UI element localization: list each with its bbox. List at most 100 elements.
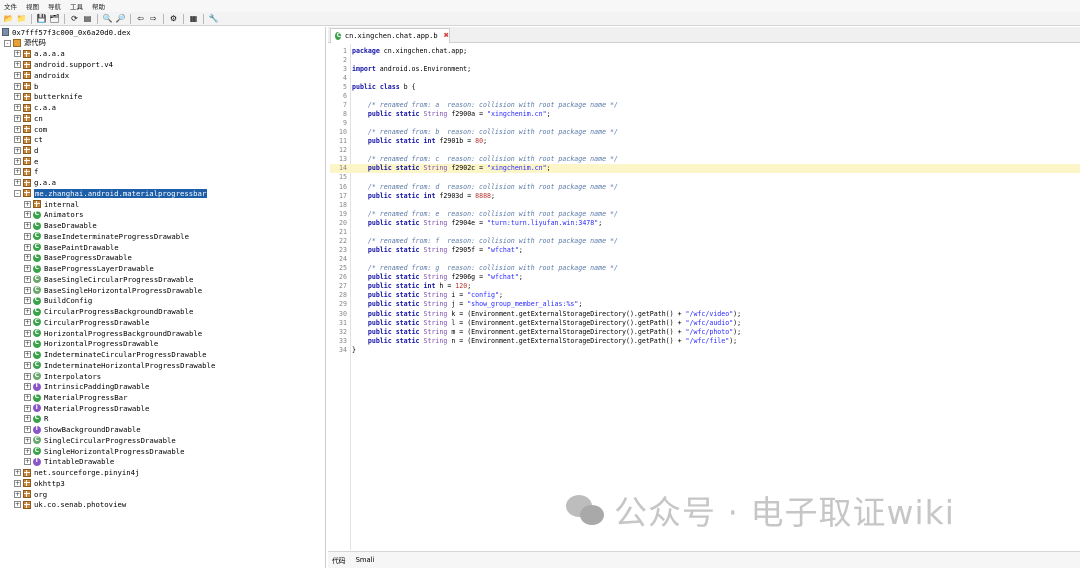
- expand-icon[interactable]: +: [24, 415, 31, 423]
- expand-icon[interactable]: +: [14, 104, 21, 112]
- collapse-icon[interactable]: -: [4, 39, 11, 47]
- expand-icon[interactable]: +: [24, 426, 31, 434]
- tree-class[interactable]: + BasePaintDrawable: [24, 242, 119, 253]
- menu-item[interactable]: 工具: [70, 1, 83, 11]
- tree-package[interactable]: + c.a.a: [14, 102, 56, 113]
- project-tree[interactable]: 0x7fff57f3c000_0x6a20d0.dex - 源代码 + a.a.a.a +…: [0, 27, 326, 568]
- expand-icon[interactable]: +: [24, 329, 31, 337]
- tree-class[interactable]: + IndeterminateHorizontalProgressDrawable: [24, 360, 215, 371]
- code-line[interactable]: 25 /* renamed from: g reason: collision …: [330, 264, 1080, 273]
- expand-icon[interactable]: +: [24, 404, 31, 412]
- tree-class[interactable]: + HorizontalProgressDrawable: [24, 338, 158, 349]
- expand-icon[interactable]: +: [14, 469, 21, 477]
- code-line[interactable]: 14 public static String f2902c = "xingch…: [330, 163, 1080, 173]
- expand-icon[interactable]: +: [24, 265, 31, 273]
- code-line[interactable]: 16 /* renamed from: d reason: collision …: [330, 182, 1080, 191]
- expand-icon[interactable]: +: [24, 243, 31, 251]
- tree-class[interactable]: + SingleHorizontalProgressDrawable: [24, 446, 185, 457]
- flatten-icon[interactable]: ▤: [83, 14, 93, 24]
- tree-package[interactable]: + okhttp3: [14, 478, 65, 489]
- expand-icon[interactable]: +: [24, 318, 31, 326]
- tree-class[interactable]: + BaseSingleCircularProgressDrawable: [24, 274, 193, 285]
- expand-icon[interactable]: +: [24, 254, 31, 262]
- save-all-icon[interactable]: 🗂: [49, 14, 59, 24]
- tree-class[interactable]: + MaterialProgressDrawable: [24, 403, 149, 414]
- tree-package[interactable]: + internal: [24, 199, 79, 210]
- close-tab-icon[interactable]: ✖: [444, 31, 449, 41]
- expand-icon[interactable]: +: [24, 211, 31, 219]
- expand-icon[interactable]: +: [24, 232, 31, 240]
- expand-icon[interactable]: +: [24, 458, 31, 466]
- find-class-icon[interactable]: 🔎: [116, 14, 126, 24]
- code-line[interactable]: 1 package cn.xingchen.chat.app;: [330, 46, 1080, 55]
- code-line[interactable]: 29 public static String j = "show_group_…: [330, 300, 1080, 309]
- save-icon[interactable]: 💾: [37, 14, 47, 24]
- expand-icon[interactable]: +: [14, 61, 21, 69]
- tree-class[interactable]: + Interpolators: [24, 371, 101, 382]
- sync-icon[interactable]: ⟳: [70, 14, 80, 24]
- code-line[interactable]: 20 public static String f2904e = "turn:t…: [330, 218, 1080, 227]
- code-line[interactable]: 27 public static int h = 120;: [330, 282, 1080, 291]
- tree-package[interactable]: + com: [14, 124, 47, 135]
- expand-icon[interactable]: +: [14, 125, 21, 133]
- code-line[interactable]: 34}: [330, 345, 1080, 354]
- menu-item[interactable]: 文件: [4, 1, 17, 11]
- code-line[interactable]: 26 public static String f2906g = "wfchat…: [330, 273, 1080, 282]
- menu-item[interactable]: 帮助: [92, 1, 105, 11]
- tree-class[interactable]: + BaseIndeterminateProgressDrawable: [24, 231, 189, 242]
- tree-package[interactable]: + androidx: [14, 70, 69, 81]
- collapse-icon[interactable]: -: [14, 189, 21, 197]
- tree-package[interactable]: + ct: [14, 134, 43, 145]
- code-line[interactable]: 6: [330, 91, 1080, 100]
- log-icon[interactable]: ▦: [189, 14, 199, 24]
- tree-package-selected[interactable]: - me.zhanghai.android.materialprogressbar: [14, 188, 208, 199]
- tree-package[interactable]: + android.support.v4: [14, 59, 113, 70]
- settings-icon[interactable]: 🔧: [209, 14, 219, 24]
- tab-smali[interactable]: Smali: [356, 556, 375, 564]
- tree-class[interactable]: + ShowBackgroundDrawable: [24, 424, 141, 435]
- code-line[interactable]: 3 import android.os.Environment;: [330, 64, 1080, 73]
- decompile-icon[interactable]: ⚙: [169, 14, 179, 24]
- menu-item[interactable]: 导航: [48, 1, 61, 11]
- expand-icon[interactable]: +: [24, 275, 31, 283]
- tree-class[interactable]: + BuildConfig: [24, 296, 92, 307]
- forward-icon[interactable]: ⇨: [149, 14, 159, 24]
- expand-icon[interactable]: +: [14, 82, 21, 90]
- expand-icon[interactable]: +: [14, 114, 21, 122]
- code-line[interactable]: 4: [330, 73, 1080, 82]
- code-line[interactable]: 7 /* renamed from: a reason: collision w…: [330, 100, 1080, 109]
- expand-icon[interactable]: +: [14, 50, 21, 58]
- code-line[interactable]: 11 public static int f2901b = 80;: [330, 137, 1080, 146]
- expand-icon[interactable]: +: [14, 157, 21, 165]
- code-line[interactable]: 19 /* renamed from: e reason: collision …: [330, 209, 1080, 218]
- tree-class[interactable]: + CircularProgressDrawable: [24, 317, 149, 328]
- expand-icon[interactable]: +: [24, 340, 31, 348]
- expand-icon[interactable]: +: [14, 146, 21, 154]
- tree-class[interactable]: + IntrinsicPaddingDrawable: [24, 381, 149, 392]
- search-icon[interactable]: 🔍: [103, 14, 113, 24]
- tree-class[interactable]: + CircularProgressBackgroundDrawable: [24, 306, 193, 317]
- expand-icon[interactable]: +: [14, 179, 21, 187]
- code-line[interactable]: 24: [330, 255, 1080, 264]
- code-line[interactable]: 18: [330, 200, 1080, 209]
- tree-package[interactable]: + uk.co.senab.photoview: [14, 500, 126, 511]
- code-editor[interactable]: 1 package cn.xingchen.chat.app; 2 3 import a…: [330, 44, 1080, 550]
- add-file-icon[interactable]: 📁: [17, 14, 27, 24]
- expand-icon[interactable]: +: [24, 383, 31, 391]
- code-line[interactable]: 22 /* renamed from: f reason: collision …: [330, 236, 1080, 245]
- code-line[interactable]: 9: [330, 119, 1080, 128]
- tree-package[interactable]: + cn: [14, 113, 43, 124]
- expand-icon[interactable]: +: [14, 479, 21, 487]
- expand-icon[interactable]: +: [24, 361, 31, 369]
- tree-class[interactable]: + HorizontalProgressBackgroundDrawable: [24, 328, 202, 339]
- menu-item[interactable]: 视图: [26, 1, 39, 11]
- tree-class[interactable]: +R: [24, 414, 48, 425]
- tree-class[interactable]: + Animators: [24, 210, 84, 221]
- code-line[interactable]: 28 public static String i = "config";: [330, 291, 1080, 300]
- expand-icon[interactable]: +: [14, 136, 21, 144]
- tree-package[interactable]: + butterknife: [14, 91, 82, 102]
- code-line[interactable]: 30 public static String k = (Environment…: [330, 309, 1080, 318]
- tab-code[interactable]: 代码: [332, 555, 346, 565]
- code-line[interactable]: 15: [330, 173, 1080, 182]
- expand-icon[interactable]: +: [24, 308, 31, 316]
